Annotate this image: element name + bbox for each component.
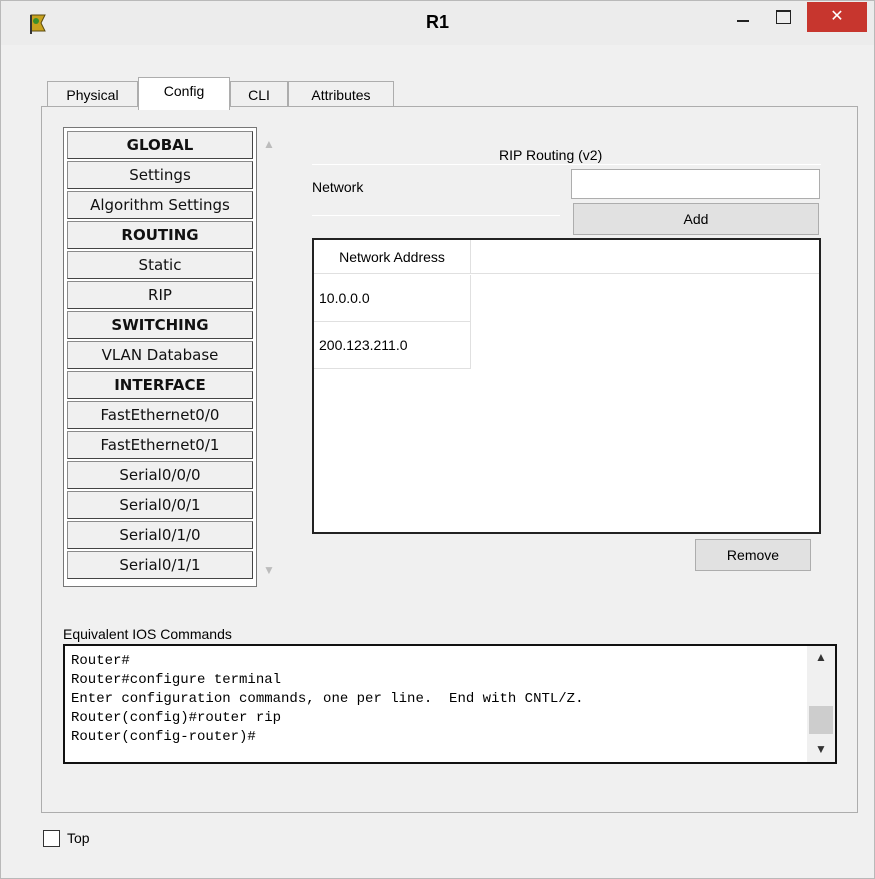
tab-physical[interactable]: Physical	[47, 81, 138, 109]
table-row[interactable]: 200.123.211.0	[314, 322, 471, 369]
scroll-up-icon[interactable]: ▲	[815, 650, 827, 664]
config-nav-list: GLOBAL Settings Algorithm Settings ROUTI…	[63, 127, 257, 587]
nav-header-interface[interactable]: INTERFACE	[67, 371, 253, 399]
console-line: Router#	[71, 653, 130, 669]
nav-item-serial0-1-0[interactable]: Serial0/1/0	[67, 521, 253, 549]
nav-header-switching[interactable]: SWITCHING	[67, 311, 253, 339]
top-checkbox[interactable]	[43, 830, 60, 847]
console-scrollbar[interactable]: ▲ ▼	[807, 646, 835, 762]
nav-header-global[interactable]: GLOBAL	[67, 131, 253, 159]
rip-routing-title: RIP Routing (v2)	[499, 147, 603, 163]
nav-item-static[interactable]: Static	[67, 251, 253, 279]
ios-commands-label: Equivalent IOS Commands	[63, 626, 232, 642]
router-config-window: R1 ✕ Physical Config CLI Attributes GLOB…	[0, 0, 875, 879]
nav-item-fastethernet0-1[interactable]: FastEthernet0/1	[67, 431, 253, 459]
column-header-network-address[interactable]: Network Address	[314, 240, 471, 274]
scroll-thumb[interactable]	[809, 706, 833, 734]
top-checkbox-label[interactable]: Top	[67, 830, 90, 846]
nav-item-settings[interactable]: Settings	[67, 161, 253, 189]
nav-item-algorithm-settings[interactable]: Algorithm Settings	[67, 191, 253, 219]
close-button[interactable]: ✕	[807, 2, 867, 32]
nav-item-serial0-0-1[interactable]: Serial0/0/1	[67, 491, 253, 519]
console-line: Router(config)#router rip	[71, 710, 282, 726]
nav-item-vlan-database[interactable]: VLAN Database	[67, 341, 253, 369]
network-address-table: Network Address 10.0.0.0 200.123.211.0	[312, 238, 821, 534]
nav-scrollbar[interactable]: ▲ ▼	[257, 127, 281, 587]
scroll-up-icon[interactable]: ▲	[263, 137, 275, 151]
console-line: Enter configuration commands, one per li…	[71, 691, 584, 707]
table-row[interactable]: 10.0.0.0	[314, 275, 471, 322]
nav-item-serial0-1-1[interactable]: Serial0/1/1	[67, 551, 253, 579]
nav-header-routing[interactable]: ROUTING	[67, 221, 253, 249]
console-line: Router(config-router)#	[71, 729, 256, 745]
remove-button[interactable]: Remove	[695, 539, 811, 571]
add-button[interactable]: Add	[573, 203, 819, 235]
console-line: Router#configure terminal	[71, 672, 282, 688]
scroll-down-icon[interactable]: ▼	[815, 742, 827, 756]
network-input[interactable]	[571, 169, 820, 199]
nav-item-fastethernet0-0[interactable]: FastEthernet0/0	[67, 401, 253, 429]
title-bar[interactable]: R1 ✕	[1, 1, 874, 45]
network-label: Network	[312, 179, 364, 195]
ios-commands-console[interactable]: Router# Router#configure terminal Enter …	[63, 644, 837, 764]
divider	[312, 215, 560, 216]
nav-item-serial0-0-0[interactable]: Serial0/0/0	[67, 461, 253, 489]
tab-config[interactable]: Config	[138, 77, 230, 110]
minimize-button[interactable]	[729, 1, 757, 35]
tab-attributes[interactable]: Attributes	[288, 81, 394, 109]
maximize-button[interactable]	[769, 1, 797, 35]
divider	[312, 164, 821, 165]
tab-cli[interactable]: CLI	[230, 81, 288, 109]
nav-item-rip[interactable]: RIP	[67, 281, 253, 309]
scroll-down-icon[interactable]: ▼	[263, 563, 275, 577]
